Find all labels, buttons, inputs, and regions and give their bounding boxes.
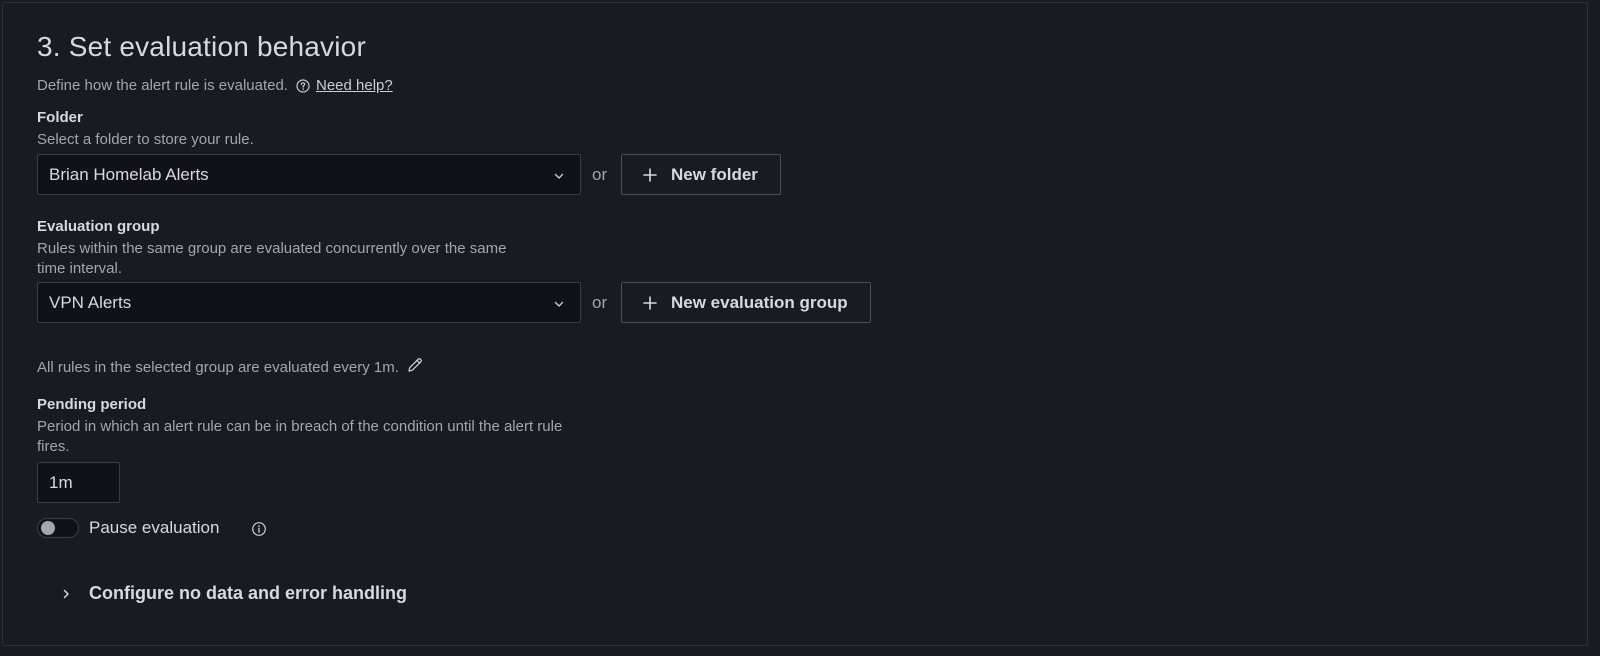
subtitle-text: Define how the alert rule is evaluated. (37, 77, 288, 94)
plus-icon (642, 295, 658, 311)
evaluation-group-description-line1: Rules within the same group are evaluate… (37, 240, 507, 257)
evaluation-behavior-panel: 3. Set evaluation behavior Define how th… (2, 2, 1588, 646)
pause-evaluation-toggle[interactable] (37, 518, 79, 538)
folder-select-value: Brian Homelab Alerts (49, 164, 209, 184)
pencil-icon[interactable] (406, 356, 424, 374)
toggle-knob (41, 521, 55, 535)
evaluation-group-label: Evaluation group (37, 218, 160, 235)
evaluation-group-description-line2: time interval. (37, 260, 123, 277)
plus-icon (642, 167, 658, 183)
chevron-right-icon (59, 587, 73, 601)
new-folder-button[interactable]: New folder (621, 154, 781, 195)
info-circle-icon[interactable] (251, 521, 267, 537)
pending-period-description-line1: Period in which an alert rule can be in … (37, 418, 563, 435)
chevron-down-icon (552, 296, 566, 310)
new-evaluation-group-button[interactable]: New evaluation group (621, 282, 871, 323)
pending-period-label: Pending period (37, 396, 147, 413)
evaluation-interval-text: All rules in the selected group are eval… (37, 359, 399, 376)
new-evaluation-group-label: New evaluation group (671, 292, 848, 312)
folder-select[interactable]: Brian Homelab Alerts (37, 154, 581, 195)
chevron-down-icon (552, 168, 566, 182)
evaluation-interval-info: All rules in the selected group are eval… (37, 356, 424, 376)
section-subtitle: Define how the alert rule is evaluated. … (37, 77, 393, 94)
section-title: 3. Set evaluation behavior (37, 31, 366, 62)
pause-evaluation-label: Pause evaluation (89, 518, 220, 537)
new-folder-label: New folder (671, 164, 758, 184)
folder-description: Select a folder to store your rule. (37, 131, 254, 148)
folder-or-text: or (592, 165, 608, 184)
evaluation-group-select[interactable]: VPN Alerts (37, 282, 581, 323)
evaluation-group-select-value: VPN Alerts (49, 292, 132, 312)
pending-period-input[interactable] (37, 462, 120, 503)
evaluation-group-or-text: or (592, 293, 608, 312)
no-data-error-handling-toggle[interactable]: Configure no data and error handling (59, 583, 407, 604)
folder-label: Folder (37, 109, 83, 126)
need-help-link[interactable]: Need help? (316, 77, 393, 94)
question-circle-icon (296, 78, 310, 93)
pending-period-description-line2: fires. (37, 438, 70, 455)
no-data-error-handling-label: Configure no data and error handling (89, 583, 408, 603)
